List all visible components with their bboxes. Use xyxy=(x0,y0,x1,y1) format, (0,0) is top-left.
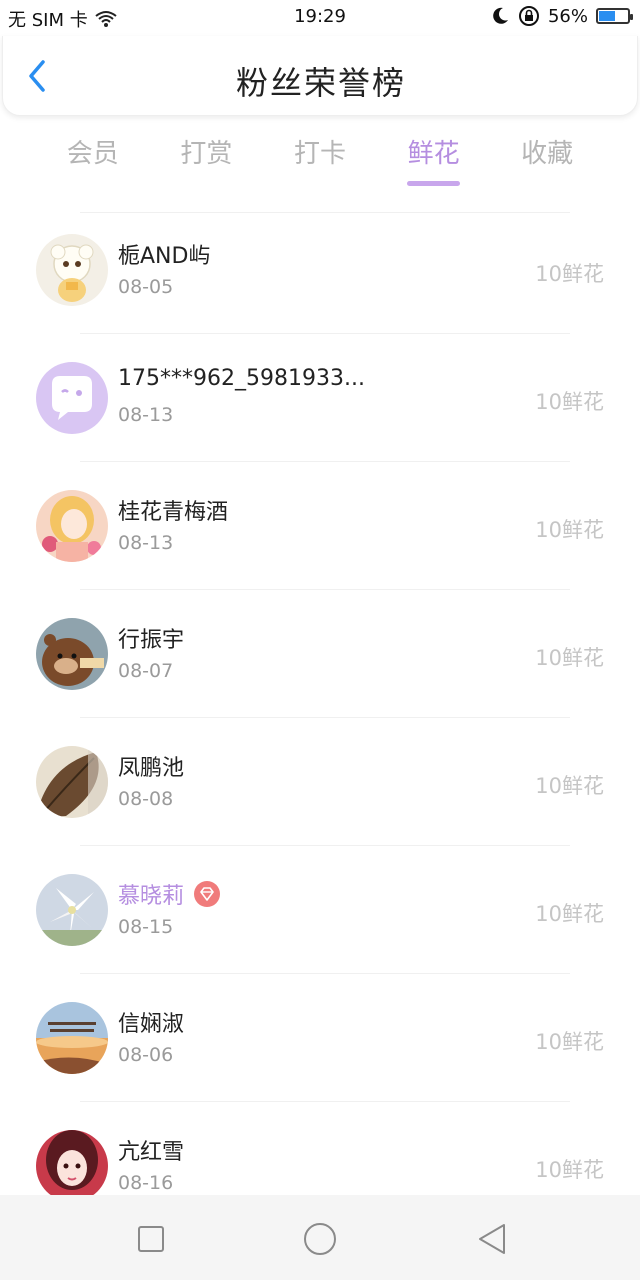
list-item[interactable]: 凤鹏池 08-08 10鲜花 xyxy=(0,718,640,846)
battery-icon xyxy=(596,8,633,24)
flower-count: 10鲜花 xyxy=(535,1030,604,1054)
status-bar: 无 SIM 卡 19:29 56% xyxy=(0,0,640,34)
home-icon xyxy=(304,1223,336,1255)
battery-percent: 56% xyxy=(547,5,588,27)
avatar[interactable] xyxy=(36,1130,108,1202)
back-triangle-icon xyxy=(479,1224,505,1254)
sunset-avatar-image xyxy=(36,1002,108,1074)
tab-reward[interactable]: 打赏 xyxy=(150,134,264,186)
avatar[interactable] xyxy=(36,874,108,946)
tab-favorites[interactable]: 收藏 xyxy=(490,134,604,186)
flower-count: 10鲜花 xyxy=(535,1158,604,1182)
bear-avatar-image xyxy=(36,618,108,690)
list-item[interactable]: 慕晓莉 08-15 10鲜花 xyxy=(0,846,640,974)
fan-name: 亢红雪 xyxy=(118,1140,185,1165)
vip-diamond-icon xyxy=(194,881,221,907)
list-item[interactable]: 栀AND屿 08-05 10鲜花 xyxy=(0,206,640,334)
flower-count: 10鲜花 xyxy=(535,518,604,542)
fan-name: 凤鹏池 xyxy=(118,756,185,781)
fan-date: 08-05 xyxy=(118,276,174,298)
fan-name: 信娴淑 xyxy=(118,1012,185,1037)
default-chat-avatar-image xyxy=(36,362,108,434)
flower-count: 10鲜花 xyxy=(535,902,604,926)
flower-count: 10鲜花 xyxy=(535,262,604,286)
avatar[interactable] xyxy=(36,362,108,434)
home-button[interactable] xyxy=(300,1219,340,1259)
page-title: 粉丝荣誉榜 xyxy=(235,64,406,102)
list-item[interactable]: 桂花青梅酒 08-13 10鲜花 xyxy=(0,462,640,590)
fan-date: 08-13 xyxy=(118,532,174,554)
rotation-lock-icon xyxy=(518,6,539,26)
leaf-avatar-image xyxy=(36,746,108,818)
list-item[interactable]: 信娴淑 08-06 10鲜花 xyxy=(0,974,640,1102)
tab-flowers[interactable]: 鲜花 xyxy=(377,134,491,186)
avatar[interactable] xyxy=(36,490,108,562)
tab-bar: 会员 打赏 打卡 鲜花 收藏 xyxy=(36,134,604,190)
fan-date: 08-06 xyxy=(118,1044,174,1066)
girl-avatar-image xyxy=(36,1130,108,1202)
moon-icon xyxy=(493,7,508,24)
flower-count: 10鲜花 xyxy=(535,390,604,414)
fan-date: 08-07 xyxy=(118,660,174,682)
recent-apps-icon xyxy=(138,1226,164,1252)
flower-count: 10鲜花 xyxy=(535,774,604,798)
list-item[interactable]: 175***962_5981933... 08-13 10鲜花 xyxy=(0,334,640,462)
fan-name: 175***962_5981933... xyxy=(118,366,365,391)
anime-girl-avatar-image xyxy=(36,490,108,562)
fan-name: 慕晓莉 xyxy=(118,878,221,910)
fan-date: 08-08 xyxy=(118,788,174,810)
list-item[interactable]: 行振宇 08-07 10鲜花 xyxy=(0,590,640,718)
avatar[interactable] xyxy=(36,746,108,818)
sheep-avatar-image xyxy=(36,234,108,306)
status-right: 56% xyxy=(490,5,633,27)
fan-name: 行振宇 xyxy=(118,628,185,653)
battery-level-fill xyxy=(599,11,615,21)
header-bar: 粉丝荣誉榜 xyxy=(2,36,638,116)
avatar[interactable] xyxy=(36,618,108,690)
fan-name: 栀AND屿 xyxy=(118,244,211,269)
avatar[interactable] xyxy=(36,234,108,306)
recent-apps-button[interactable] xyxy=(131,1219,171,1259)
fan-name: 桂花青梅酒 xyxy=(118,500,229,525)
fan-list: 栀AND屿 08-05 10鲜花 175***962_5981933... 08… xyxy=(0,206,640,1230)
fan-date: 08-15 xyxy=(118,916,174,938)
system-nav-bar xyxy=(0,1195,640,1280)
tab-member[interactable]: 会员 xyxy=(36,134,150,186)
nav-back-button[interactable] xyxy=(472,1219,512,1259)
lily-avatar-image xyxy=(36,874,108,946)
fan-date: 08-16 xyxy=(118,1172,174,1194)
flower-count: 10鲜花 xyxy=(535,646,604,670)
fan-date: 08-13 xyxy=(118,404,174,426)
tab-checkin[interactable]: 打卡 xyxy=(263,134,377,186)
avatar[interactable] xyxy=(36,1002,108,1074)
